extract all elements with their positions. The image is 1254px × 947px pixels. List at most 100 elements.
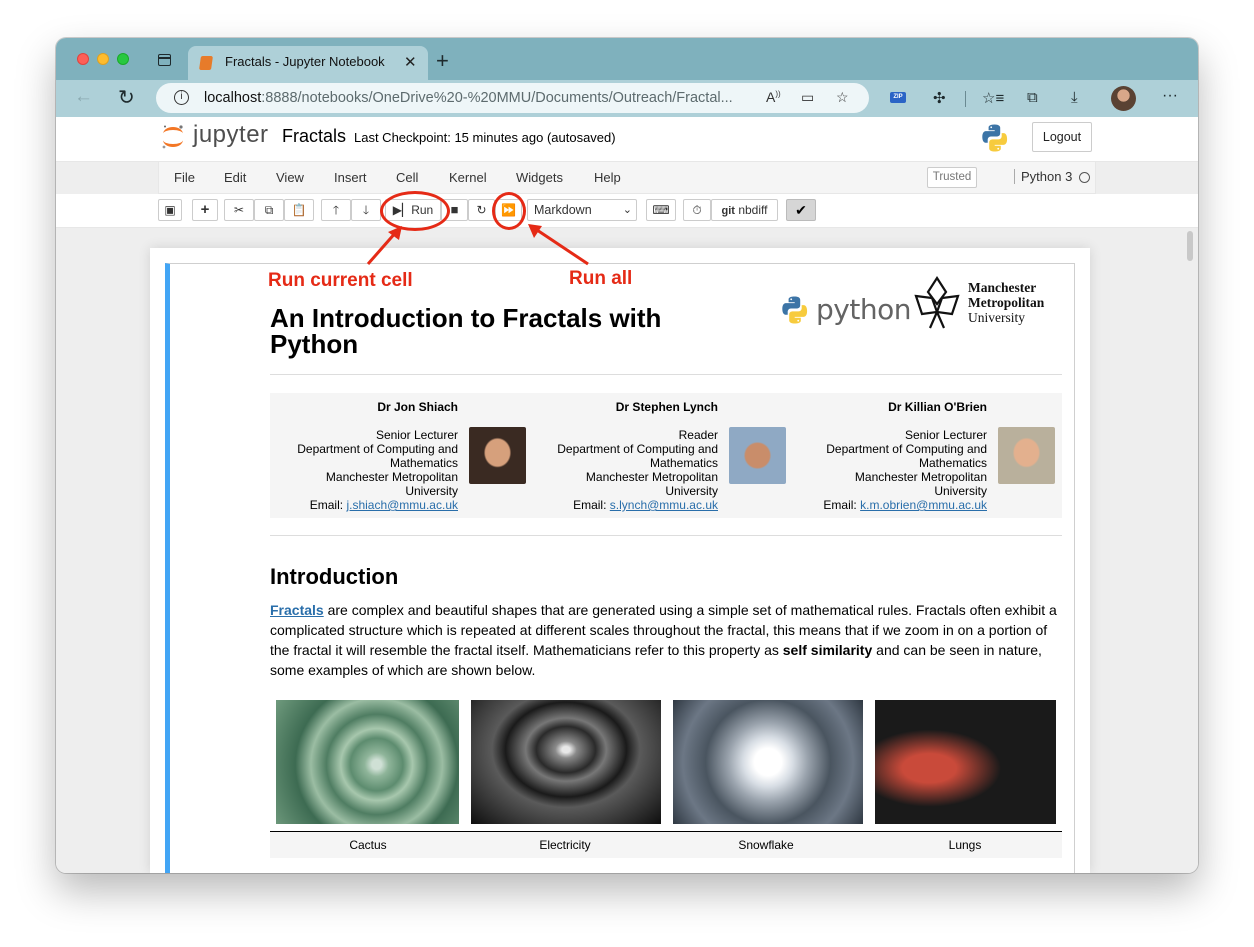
nbdiff-button[interactable]: git nbdiff: [711, 199, 778, 221]
keyboard-shortcuts-button[interactable]: ⌨: [646, 199, 676, 221]
email-label: Email:: [309, 498, 347, 512]
menu-kernel[interactable]: Kernel: [449, 170, 487, 185]
menu-widgets[interactable]: Widgets: [516, 170, 563, 185]
author-email-link[interactable]: j.shiach@mmu.ac.uk: [346, 498, 458, 512]
menu-help[interactable]: Help: [594, 170, 621, 185]
add-favorite-icon[interactable]: ☆: [836, 89, 849, 106]
author-dept-2: Mathematics: [649, 456, 718, 470]
email-label: Email:: [573, 498, 610, 512]
url-host: localhost: [204, 90, 262, 106]
move-down-button[interactable]: 🡓: [351, 199, 381, 221]
caption-cactus: Cactus: [349, 838, 387, 852]
logout-button[interactable]: Logout: [1032, 122, 1092, 152]
author-role: Senior Lecturer: [375, 428, 458, 442]
address-bar-row: ← ↻ i localhost:8888/notebooks/OneDrive%…: [56, 80, 1198, 117]
collections-icon[interactable]: ⧉: [1027, 89, 1038, 106]
mmu-wordmark: Manchester Metropolitan University: [968, 280, 1044, 325]
kernel-status-icon: [1079, 172, 1090, 183]
menu-cell[interactable]: Cell: [396, 170, 418, 185]
intro-paragraph: Fractals are complex and beautiful shape…: [270, 600, 1062, 680]
jupyter-header: jupyter Fractals Last Checkpoint: 15 min…: [56, 117, 1198, 162]
divider-top: [270, 374, 1062, 375]
more-menu-icon[interactable]: ···: [1162, 87, 1178, 105]
page-scrollbar[interactable]: [1187, 231, 1193, 261]
reload-icon[interactable]: ↻: [118, 85, 135, 110]
checkpoint-status: Last Checkpoint: 15 minutes ago (autosav…: [354, 130, 616, 145]
menu-insert[interactable]: Insert: [334, 170, 367, 185]
minimize-window-button[interactable]: [97, 53, 109, 65]
jupyter-logo-icon[interactable]: [160, 123, 186, 151]
chevron-down-icon: ⌄: [622, 204, 632, 216]
url-path: :8888/notebooks/OneDrive%20-%20MMU/Docum…: [261, 90, 733, 106]
zip-extension-icon[interactable]: ZIP: [890, 92, 906, 103]
move-up-button[interactable]: 🡑: [321, 199, 351, 221]
section-heading: Introduction: [270, 564, 399, 589]
cactus-image: [276, 700, 459, 824]
image-caption-row: Cactus Electricity Snowflake Lungs: [270, 831, 1062, 858]
restart-kernel-button[interactable]: ↻: [468, 199, 495, 221]
git-label: git: [721, 205, 735, 217]
author-role: Senior Lecturer: [904, 428, 987, 442]
author-role: Reader: [678, 428, 718, 442]
author-dept-2: Mathematics: [918, 456, 987, 470]
insert-cell-button[interactable]: +: [192, 199, 218, 221]
close-window-button[interactable]: [77, 53, 89, 65]
profile-avatar[interactable]: [1111, 86, 1136, 111]
email-label: Email:: [823, 498, 861, 512]
copy-button[interactable]: ⧉: [254, 199, 284, 221]
notebook-favicon-icon: [199, 56, 213, 70]
immersive-reader-icon[interactable]: ▭: [801, 89, 814, 106]
author-dept-2: Mathematics: [389, 456, 458, 470]
cut-button[interactable]: ✂: [224, 199, 254, 221]
author-inst-2: University: [934, 484, 987, 498]
author-dept: Department of Computing and: [297, 442, 458, 456]
tab-manager-icon[interactable]: [158, 54, 171, 66]
annotation-ring-run-all: [492, 192, 526, 230]
nbdiff-label: nbdiff: [738, 203, 768, 217]
caption-lungs: Lungs: [948, 838, 982, 852]
spellcheck-toggle-button[interactable]: ✔: [786, 199, 816, 221]
notebook-name[interactable]: Fractals: [282, 126, 346, 147]
extensions-puzzle-icon[interactable]: ✣: [933, 89, 946, 107]
browser-tab[interactable]: Fractals - Jupyter Notebook ✕: [188, 46, 428, 80]
read-aloud-icon[interactable]: A)): [766, 89, 781, 105]
authors-table: Dr Jon Shiach Senior Lecturer Department…: [270, 393, 1062, 518]
jupyter-menubar: File Edit View Insert Cell Kernel Widget…: [158, 162, 1096, 194]
snowflake-image: [673, 700, 863, 824]
caption-snowflake: Snowflake: [738, 838, 794, 852]
cell-type-select[interactable]: Markdown ⌄: [527, 199, 637, 221]
mmu-logo-icon: [914, 275, 960, 329]
annotation-run-all: Run all: [569, 268, 633, 289]
paste-button[interactable]: 📋: [284, 199, 314, 221]
menu-file[interactable]: File: [174, 170, 195, 185]
electricity-image: [471, 700, 661, 824]
menu-edit[interactable]: Edit: [224, 170, 246, 185]
save-button[interactable]: ▣: [158, 199, 182, 221]
author-photo: [729, 427, 786, 484]
author-email-link[interactable]: k.m.obrien@mmu.ac.uk: [860, 498, 987, 512]
trusted-indicator[interactable]: Trusted: [927, 167, 977, 188]
back-arrow-icon[interactable]: ←: [74, 86, 93, 108]
new-tab-icon[interactable]: +: [436, 48, 449, 74]
author-inst: Manchester Metropolitan: [325, 470, 458, 484]
menu-view[interactable]: View: [276, 170, 304, 185]
mmu-line-1: Manchester: [968, 280, 1037, 295]
favorites-icon[interactable]: ☆≡: [982, 89, 1004, 107]
clock-icon[interactable]: ⏱: [683, 199, 711, 221]
maximize-window-button[interactable]: [117, 53, 129, 65]
url-field[interactable]: i localhost:8888/notebooks/OneDrive%20-%…: [156, 83, 869, 113]
author-email-link[interactable]: s.lynch@mmu.ac.uk: [610, 498, 718, 512]
site-info-icon[interactable]: i: [174, 90, 189, 105]
tab-title: Fractals - Jupyter Notebook: [225, 54, 385, 69]
url-text[interactable]: localhost:8888/notebooks/OneDrive%20-%20…: [204, 90, 733, 106]
author-name: Dr Stephen Lynch: [615, 400, 718, 414]
close-tab-icon[interactable]: ✕: [404, 53, 417, 71]
fractals-link[interactable]: Fractals: [270, 602, 324, 618]
author-inst: Manchester Metropolitan: [585, 470, 718, 484]
downloads-icon[interactable]: ⤓: [1071, 89, 1078, 106]
author-email-line: Email: s.lynch@mmu.ac.uk: [573, 498, 718, 512]
jupyter-wordmark[interactable]: jupyter: [193, 121, 269, 149]
kernel-name[interactable]: Python 3: [1014, 169, 1072, 184]
cell-type-value: Markdown: [534, 203, 592, 217]
author-name: Dr Killian O'Brien: [888, 400, 987, 414]
